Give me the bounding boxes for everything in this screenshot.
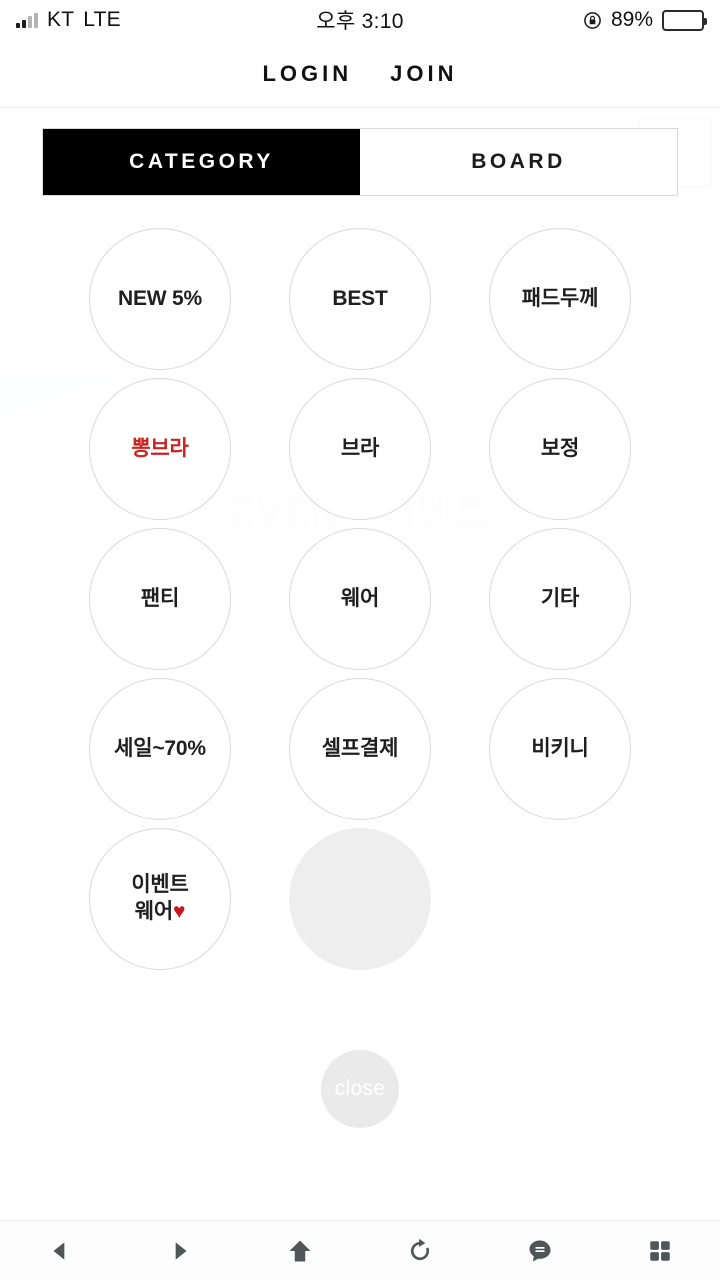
status-bar-right: 89% — [583, 8, 707, 32]
category-label: 팬티 — [140, 586, 180, 610]
category-circle[interactable]: 브라 — [289, 378, 431, 520]
category-circle[interactable]: 이벤트 웨어♥ — [89, 828, 231, 970]
status-clock: 오후 3:10 — [316, 10, 404, 33]
category-circle[interactable]: 기타 — [489, 528, 631, 670]
category-placeholder-circle — [289, 828, 431, 970]
category-circle[interactable]: 세일~70% — [89, 678, 231, 820]
nav-back[interactable] — [0, 1221, 120, 1280]
join-link[interactable]: JOIN — [390, 61, 457, 87]
status-bar: KT LTE 오후 3:10 89% — [0, 0, 720, 40]
arrow-left-icon — [47, 1238, 73, 1264]
category-circle[interactable]: 패드두께 — [489, 228, 631, 370]
category-label: 브라 — [340, 436, 380, 460]
heart-icon: ♥ — [172, 900, 186, 923]
category-circle[interactable]: 비키니 — [489, 678, 631, 820]
battery-icon — [662, 9, 707, 31]
status-bar-left: KT LTE — [16, 8, 121, 32]
category-label: 이벤트 웨어♥ — [131, 873, 189, 923]
category-overlay: LOGIN JOIN CATEGORY BOARD NEW 5% BEST 패드두께뽕… — [0, 40, 720, 1220]
category-label: 보정 — [540, 436, 580, 460]
category-label: 세일~70% — [114, 736, 206, 760]
category-circle[interactable]: BEST — [289, 228, 431, 370]
mobile-screen: KT LTE 오후 3:10 89% EVENT 이벤트 NEW5%신상품BES… — [0, 0, 720, 1280]
tab-category[interactable]: CATEGORY — [43, 129, 360, 195]
home-up-arrow-icon — [286, 1237, 314, 1265]
category-circle[interactable]: NEW 5% — [89, 228, 231, 370]
category-label: 비키니 — [531, 736, 589, 760]
category-circle[interactable]: 웨어 — [289, 528, 431, 670]
category-label: 웨어 — [340, 586, 380, 610]
nav-home[interactable] — [240, 1221, 360, 1280]
category-circle[interactable]: 보정 — [489, 378, 631, 520]
close-button[interactable]: close — [321, 1050, 399, 1128]
arrow-right-icon — [167, 1238, 193, 1264]
login-link[interactable]: LOGIN — [262, 61, 352, 87]
category-label: NEW 5% — [118, 286, 202, 310]
network-type-label: LTE — [83, 8, 121, 31]
category-label: 뽕브라 — [131, 436, 189, 460]
nav-forward[interactable] — [120, 1221, 240, 1280]
tab-bar: CATEGORY BOARD — [42, 128, 678, 196]
refresh-icon — [406, 1237, 434, 1265]
battery-percent-label: 89% — [610, 8, 653, 31]
rotation-lock-icon — [583, 11, 602, 30]
tab-label: BOARD — [471, 150, 566, 173]
nav-menu[interactable] — [600, 1221, 720, 1280]
bottom-navigation-bar — [0, 1220, 720, 1280]
tab-board[interactable]: BOARD — [360, 129, 677, 195]
category-circle[interactable]: 뽕브라 — [89, 378, 231, 520]
grid-menu-icon — [647, 1238, 673, 1264]
category-label: 기타 — [540, 586, 580, 610]
category-circle[interactable]: 셀프결제 — [289, 678, 431, 820]
category-grid: NEW 5% BEST 패드두께뽕브라 브라 보정팬티 웨어 기타세일~70% 셀프결제 비키니… — [60, 228, 660, 970]
carrier-label: KT — [47, 8, 75, 31]
tab-label: CATEGORY — [129, 150, 274, 173]
signal-bars-icon — [16, 12, 38, 28]
category-label: 패드두께 — [521, 286, 599, 310]
nav-refresh[interactable] — [360, 1221, 480, 1280]
category-label: BEST — [332, 286, 388, 310]
chat-bubble-icon — [526, 1237, 554, 1265]
utility-row: LOGIN JOIN — [0, 40, 720, 108]
nav-chat[interactable] — [480, 1221, 600, 1280]
category-circle[interactable]: 팬티 — [89, 528, 231, 670]
category-label: 셀프결제 — [321, 736, 399, 760]
close-button-wrap: close — [0, 1050, 720, 1128]
